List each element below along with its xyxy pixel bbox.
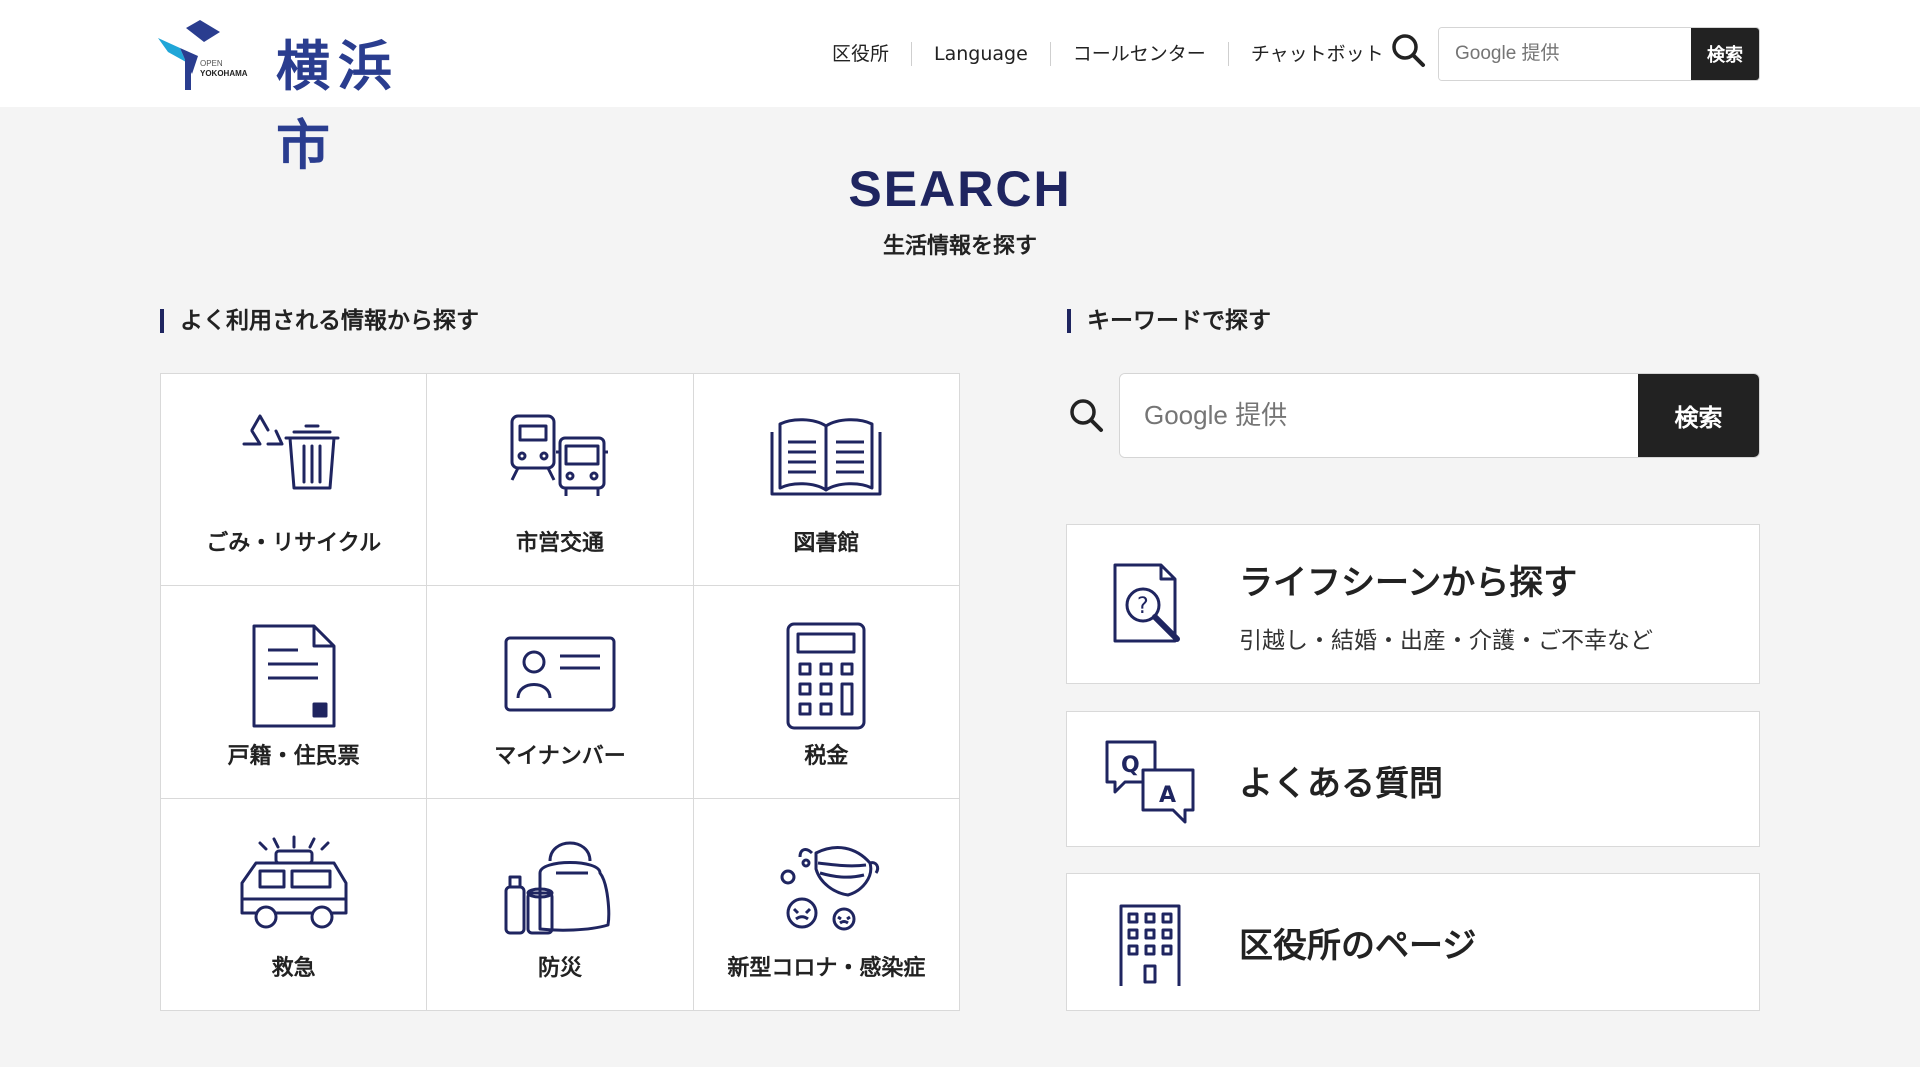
tile-label: 市営交通 [515, 531, 604, 557]
keyword-search-button[interactable]: 検索 [1638, 374, 1759, 457]
tile-city-transit[interactable]: 市営交通 [427, 374, 693, 586]
tile-garbage-recycle[interactable]: ごみ・リサイクル [161, 374, 427, 586]
search-icon [1070, 399, 1103, 432]
nav-chatbot[interactable]: チャットボット [1227, 42, 1406, 66]
tile-family-register[interactable]: 戸籍・住民票 [161, 586, 427, 798]
search-icon[interactable] [1388, 30, 1428, 70]
frequent-heading: よく利用される情報から探す [160, 309, 479, 333]
qa-bubbles-icon: Q A [1105, 740, 1195, 824]
document-search-icon: ? [1113, 563, 1180, 643]
svg-text:Q: Q [1121, 753, 1140, 778]
tile-label: 防災 [537, 955, 582, 981]
tile-my-number[interactable]: マイナンバー [427, 586, 693, 798]
tile-label: 救急 [271, 955, 316, 981]
yokohama-logo-mark-icon: OPEN YOKOHAMA [158, 20, 248, 90]
tile-label: 図書館 [793, 531, 860, 557]
card-title: ライフシーンから探す [1239, 563, 1578, 603]
site-header: OPEN YOKOHAMA 横浜市 区役所 Language コールセンター チ… [0, 0, 1920, 177]
keyword-search-input[interactable] [1120, 374, 1638, 457]
tile-tax[interactable]: 税金 [693, 586, 959, 798]
open-book-icon [770, 418, 882, 496]
building-icon [1119, 904, 1181, 986]
emergency-kit-icon [504, 841, 611, 935]
tile-emergency[interactable]: 救急 [161, 798, 427, 1010]
header-search-box: 検索 [1438, 27, 1760, 81]
tile-disaster-prevention[interactable]: 防災 [427, 798, 693, 1010]
page-title: SEARCH [848, 161, 1072, 217]
tile-label: 税金 [804, 743, 849, 769]
card-title: よくある質問 [1239, 764, 1443, 804]
tile-library[interactable]: 図書館 [693, 374, 959, 586]
ward-office-card[interactable]: 区役所のページ [1066, 873, 1760, 1011]
life-scene-card[interactable]: ? ライフシーンから探す 引越し・結婚・出産・介護・ご不幸など [1066, 524, 1760, 684]
svg-text:OPEN: OPEN [200, 59, 223, 68]
tile-covid[interactable]: 新型コロナ・感染症 [693, 798, 959, 1010]
tile-label: ごみ・リサイクル [206, 531, 382, 557]
card-subtitle: 引越し・結婚・出産・介護・ご不幸など [1239, 628, 1653, 654]
trash-recycle-icon [242, 414, 340, 490]
ambulance-icon [240, 835, 348, 929]
header-search-button[interactable]: 検索 [1691, 28, 1759, 80]
calculator-icon [786, 622, 866, 730]
nav-ward-office[interactable]: 区役所 [810, 42, 911, 66]
keyword-search-box: 検索 [1119, 373, 1760, 458]
header-search-input[interactable] [1439, 28, 1691, 80]
faq-card[interactable]: Q A よくある質問 [1066, 711, 1760, 847]
nav-language[interactable]: Language [911, 42, 1050, 66]
train-bus-icon [510, 414, 608, 496]
keyword-heading: キーワードで探す [1067, 309, 1271, 333]
frequent-grid: ごみ・リサイクル 市営交通 図書館 戸籍・住民票 マイナンバー 税金 救急 防災… [160, 373, 960, 1011]
document-icon [252, 624, 336, 728]
tile-label: 新型コロナ・感染症 [727, 955, 926, 981]
tile-label: マイナンバー [494, 743, 626, 769]
mask-virus-icon [780, 845, 880, 931]
svg-text:?: ? [1137, 594, 1149, 619]
tile-label: 戸籍・住民票 [227, 743, 360, 769]
logo-text: 横浜市 [276, 34, 400, 177]
page-subtitle: 生活情報を探す [882, 234, 1037, 259]
svg-text:A: A [1159, 783, 1176, 808]
nav-call-center[interactable]: コールセンター [1049, 42, 1228, 66]
svg-text:YOKOHAMA: YOKOHAMA [200, 69, 248, 78]
id-card-icon [504, 636, 616, 712]
yokohama-logo[interactable]: OPEN YOKOHAMA 横浜市 [158, 18, 458, 177]
header-nav: 区役所 Language コールセンター チャットボット [810, 36, 1406, 72]
card-title: 区役所のページ [1239, 926, 1477, 966]
